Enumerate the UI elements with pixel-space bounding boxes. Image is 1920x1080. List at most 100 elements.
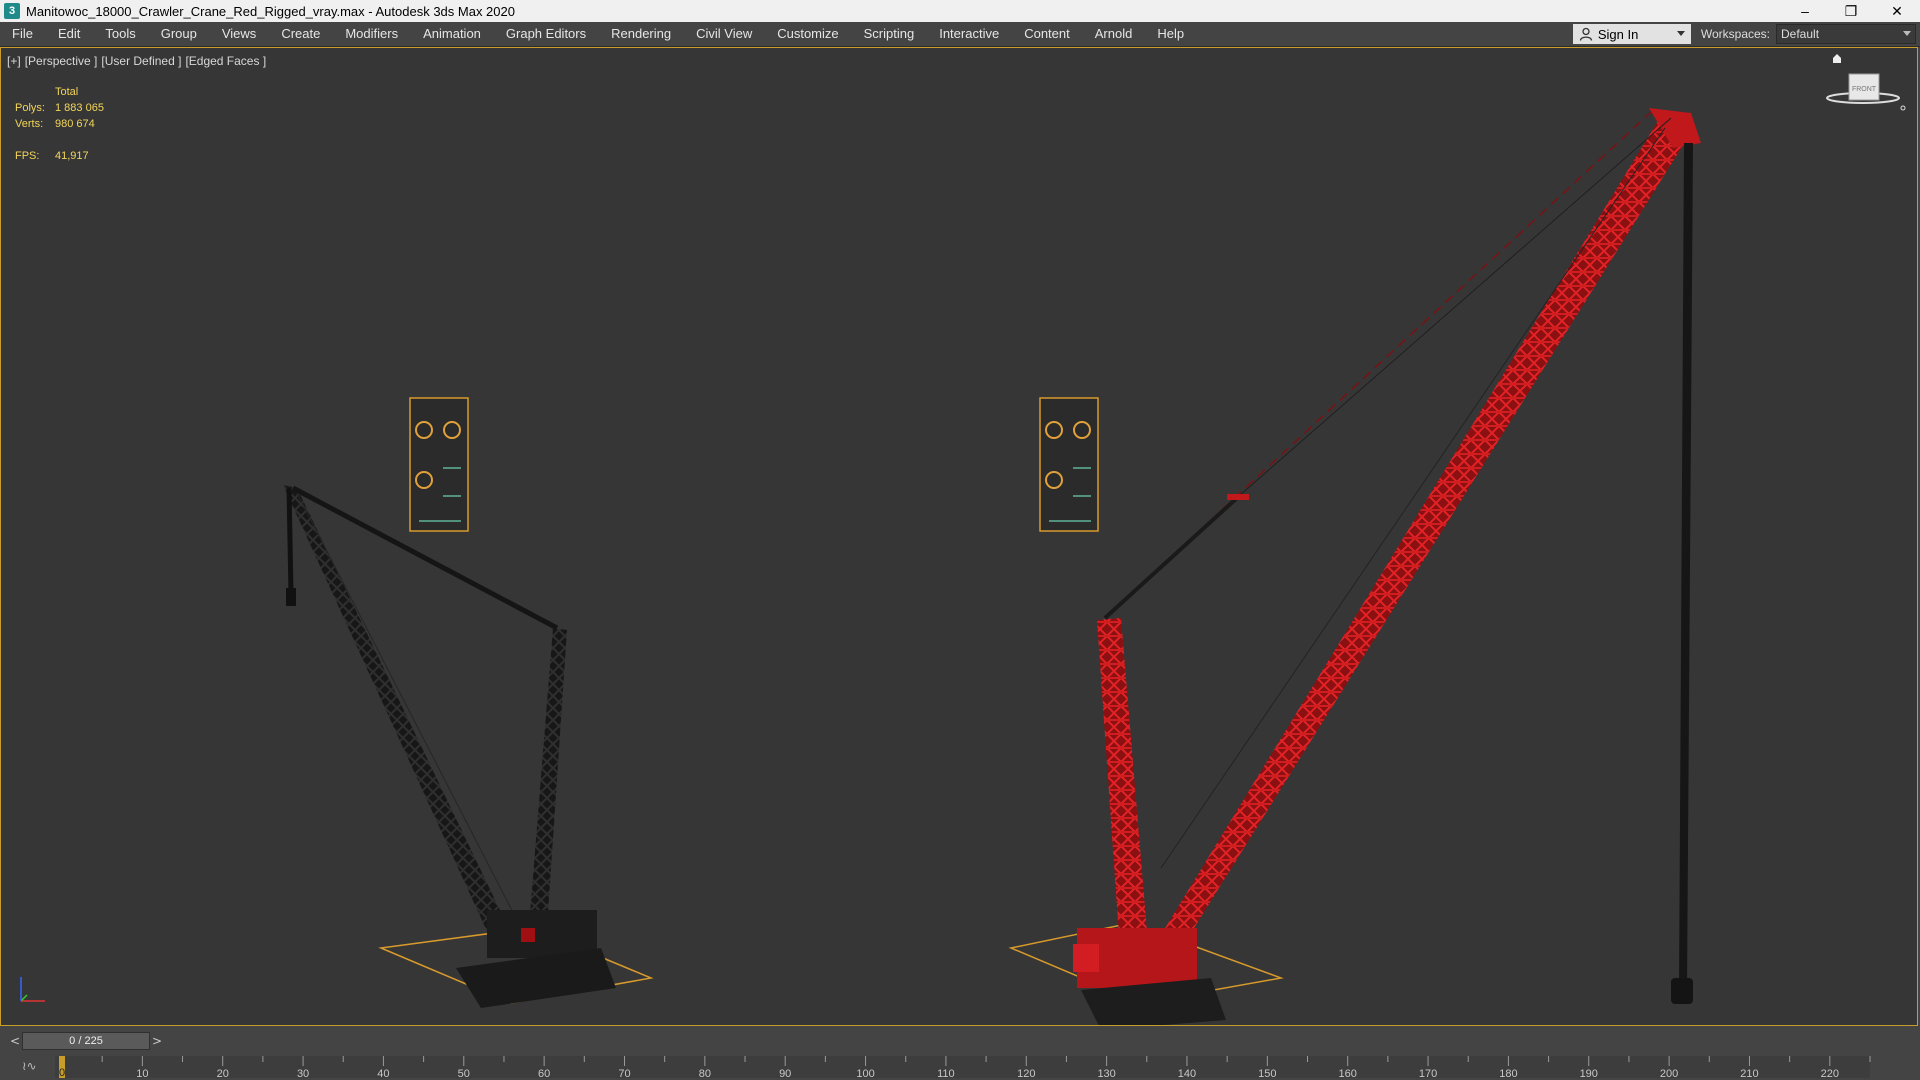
sign-in-button[interactable]: Sign In xyxy=(1572,24,1691,44)
stats-polys-label: Polys: xyxy=(15,102,45,114)
track-tick-label: 80 xyxy=(699,1068,711,1080)
sign-in-label: Sign In xyxy=(1597,26,1639,42)
track-tick-label: 90 xyxy=(779,1068,791,1080)
viewport-pov-menu[interactable]: [Perspective ] xyxy=(25,54,98,68)
menu-create[interactable]: Create xyxy=(269,22,333,46)
viewcube[interactable]: FRONT xyxy=(1817,48,1907,138)
track-tick-label: 140 xyxy=(1178,1068,1196,1080)
stats-fps-label: FPS: xyxy=(15,150,40,162)
crane-dark-hook-line xyxy=(286,487,294,594)
window-title: Manitowoc_18000_Crawler_Crane_Red_Rigged… xyxy=(26,3,515,19)
crane-red-backstay xyxy=(1103,496,1239,620)
viewport-display-menu[interactable]: [Edged Faces ] xyxy=(185,54,266,68)
title-bar: 3 Manitowoc_18000_Crawler_Crane_Red_Rigg… xyxy=(0,0,1920,22)
track-bar[interactable]: 10 20 30 40 50 60 70 80 90 100 110 120 130 140 150 160 1… xyxy=(0,1054,1920,1080)
track-tick-label: 20 xyxy=(217,1068,229,1080)
track-tick-label: 100 xyxy=(856,1068,874,1080)
menu-rendering[interactable]: Rendering xyxy=(599,22,684,46)
prev-frame-button[interactable]: < xyxy=(8,1033,22,1049)
track-tick-label: 130 xyxy=(1097,1068,1115,1080)
track-tick-label: 200 xyxy=(1660,1068,1678,1080)
menu-edit[interactable]: Edit xyxy=(46,22,93,46)
crane-dark-hook xyxy=(286,588,296,606)
scene xyxy=(283,108,1701,1025)
crane-dark-tracks xyxy=(456,948,616,1008)
menu-customize[interactable]: Customize xyxy=(765,22,851,46)
track-tick-label: 70 xyxy=(618,1068,630,1080)
stats-polys-value: 1 883 065 xyxy=(55,102,104,114)
workspace-select[interactable]: Default xyxy=(1776,24,1916,44)
stats-verts-value: 980 674 xyxy=(55,118,95,130)
next-frame-button[interactable]: > xyxy=(150,1033,164,1049)
menu-bar: File Edit Tools Group Views Create Modifiers An… xyxy=(0,22,1920,47)
stats-fps-value: 41,917 xyxy=(55,150,89,162)
track-tick-label: 40 xyxy=(377,1068,389,1080)
crane-red[interactable] xyxy=(1008,108,1701,1025)
track-tick-label: 160 xyxy=(1339,1068,1357,1080)
viewcube-compass-dot xyxy=(1900,105,1906,111)
crane-dark-body xyxy=(487,910,597,958)
workspaces-label: Workspaces: xyxy=(1700,27,1770,41)
control-panel-left[interactable] xyxy=(409,397,469,532)
track-tick-label: 180 xyxy=(1499,1068,1517,1080)
track-tick-label: 30 xyxy=(297,1068,309,1080)
menu-scripting[interactable]: Scripting xyxy=(852,22,928,46)
statistics-overlay: Total Polys: 1 883 065 Verts: 980 674 FPS:… xyxy=(15,84,104,164)
menu-animation[interactable]: Animation xyxy=(411,22,494,46)
crane-red-cab xyxy=(1073,944,1099,972)
minimize-button[interactable]: – xyxy=(1782,0,1828,22)
crane-dark-boom xyxy=(283,485,511,940)
crane-red-mast xyxy=(1097,618,1147,936)
crane-dark-mast xyxy=(529,628,567,928)
crane-red-hoist-line xyxy=(1679,143,1693,988)
menu-modifiers[interactable]: Modifiers xyxy=(333,22,411,46)
menu-file[interactable]: File xyxy=(0,22,46,46)
track-tick-label: 170 xyxy=(1419,1068,1437,1080)
track-tick-label: 210 xyxy=(1740,1068,1758,1080)
time-slider[interactable]: < 0 / 225 > xyxy=(8,1032,164,1050)
crane-dark-red-detail xyxy=(521,928,535,942)
menu-graph-editors[interactable]: Graph Editors xyxy=(494,22,599,46)
home-icon[interactable] xyxy=(1833,54,1841,63)
chevron-down-icon xyxy=(1903,31,1911,36)
track-tick-label: 50 xyxy=(458,1068,470,1080)
menu-interactive[interactable]: Interactive xyxy=(927,22,1012,46)
timeline: < 0 / 225 > ≀∿ 10 20 30 40 50 60 70 80 90 100 110 1… xyxy=(0,1027,1920,1080)
frame-display[interactable]: 0 / 225 xyxy=(22,1032,150,1050)
workspace-value: Default xyxy=(1781,27,1820,41)
menu-civil-view[interactable]: Civil View xyxy=(684,22,765,46)
menu-help[interactable]: Help xyxy=(1145,22,1197,46)
viewport-shading-menu[interactable]: [User Defined ] xyxy=(101,54,181,68)
track-tick-label: 110 xyxy=(937,1068,955,1080)
menu-views[interactable]: Views xyxy=(210,22,269,46)
track-tick-label: 60 xyxy=(538,1068,550,1080)
menu-arnold[interactable]: Arnold xyxy=(1083,22,1146,46)
viewport-plus-menu[interactable]: [+] xyxy=(7,54,21,68)
menu-tools[interactable]: Tools xyxy=(93,22,148,46)
crane-red-pendant-2 xyxy=(1230,117,1672,504)
user-icon xyxy=(1579,27,1593,41)
viewport-label[interactable]: [+] [Perspective ] [User Defined ] [Edge… xyxy=(7,54,266,68)
track-tick-label: 120 xyxy=(1017,1068,1035,1080)
track-tick-label: 190 xyxy=(1580,1068,1598,1080)
control-panel-right[interactable] xyxy=(1039,397,1099,532)
stats-total-label: Total xyxy=(55,86,79,98)
current-frame-label: 0 xyxy=(59,1067,65,1079)
track-tick-label: 220 xyxy=(1821,1068,1839,1080)
chevron-down-icon xyxy=(1676,31,1685,36)
restore-button[interactable]: ❐ xyxy=(1828,0,1874,22)
crane-dark[interactable] xyxy=(283,485,654,1008)
crane-dark-cable xyxy=(296,492,522,929)
track-tick-label: 150 xyxy=(1258,1068,1276,1080)
close-button[interactable]: ✕ xyxy=(1874,0,1920,22)
crane-red-hook-block xyxy=(1671,978,1693,1004)
perspective-viewport[interactable]: [+] [Perspective ] [User Defined ] [Edge… xyxy=(0,47,1918,1026)
menu-items: File Edit Tools Group Views Create Modifiers An… xyxy=(0,22,1573,46)
menu-group[interactable]: Group xyxy=(149,22,210,46)
menu-content[interactable]: Content xyxy=(1012,22,1083,46)
track-tick-label: 10 xyxy=(136,1068,148,1080)
crane-red-equalizer xyxy=(1227,494,1249,500)
crane-red-main-boom xyxy=(1153,116,1695,952)
app-icon: 3 xyxy=(4,3,20,19)
axis-tripod-icon xyxy=(20,977,45,1002)
